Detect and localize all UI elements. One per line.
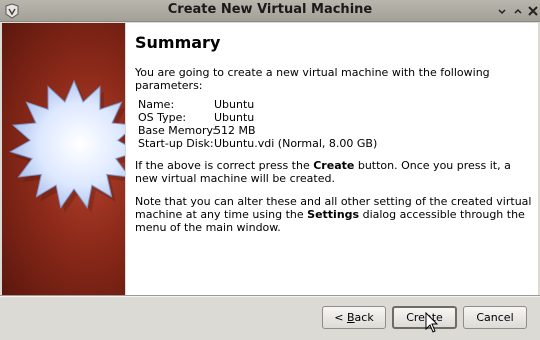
maximize-icon[interactable]: [510, 3, 526, 19]
minimize-icon[interactable]: [494, 3, 510, 19]
note-text-settings: Settings: [307, 208, 360, 221]
confirm-text: If the above is correct press the Create…: [135, 159, 535, 185]
back-rest: ack: [354, 311, 374, 324]
wizard-window: Create New Virtual Machine Summary You a…: [0, 0, 540, 340]
button-separator: [0, 295, 540, 297]
param-value: 512 MB: [214, 124, 256, 137]
param-label: Name:: [138, 98, 175, 111]
back-prefix: <: [334, 311, 347, 324]
confirm-text-create: Create: [313, 159, 355, 172]
param-label: OS Type:: [138, 111, 187, 124]
starburst-graphic: [2, 23, 125, 295]
intro-text: You are going to create a new virtual ma…: [135, 66, 490, 92]
back-mnemonic: B: [347, 311, 355, 324]
param-row-startup-disk: Start-up Disk:Ubuntu.vdi (Normal, 8.00 G…: [138, 137, 377, 150]
param-label: Start-up Disk:: [138, 137, 214, 150]
param-row-base-memory: Base Memory:512 MB: [138, 124, 377, 137]
confirm-text-a: If the above is correct press the: [135, 159, 314, 172]
mouse-pointer: [425, 312, 439, 333]
summary-page: Summary You are going to create a new vi…: [126, 23, 538, 295]
page-title: Summary: [135, 33, 221, 52]
cancel-button[interactable]: Cancel: [463, 306, 527, 329]
starburst-svg: [9, 79, 125, 213]
param-value: Ubuntu: [214, 111, 255, 124]
parameter-list: Name: Ubuntu OS Type: Ubuntu Base Memory:5…: [138, 98, 377, 150]
param-label: Base Memory:: [138, 124, 216, 137]
note-text: Note that you can alter these and all ot…: [135, 195, 535, 234]
param-value: Ubuntu: [214, 98, 255, 111]
back-button[interactable]: < Back: [322, 306, 386, 329]
param-value: Ubuntu.vdi (Normal, 8.00 GB): [214, 137, 378, 150]
close-icon[interactable]: [525, 3, 540, 19]
title-bar[interactable]: Create New Virtual Machine: [0, 0, 540, 22]
param-row-name: Name: Ubuntu: [138, 98, 377, 111]
param-row-os-type: OS Type: Ubuntu: [138, 111, 377, 124]
window-title: Create New Virtual Machine: [167, 2, 373, 17]
